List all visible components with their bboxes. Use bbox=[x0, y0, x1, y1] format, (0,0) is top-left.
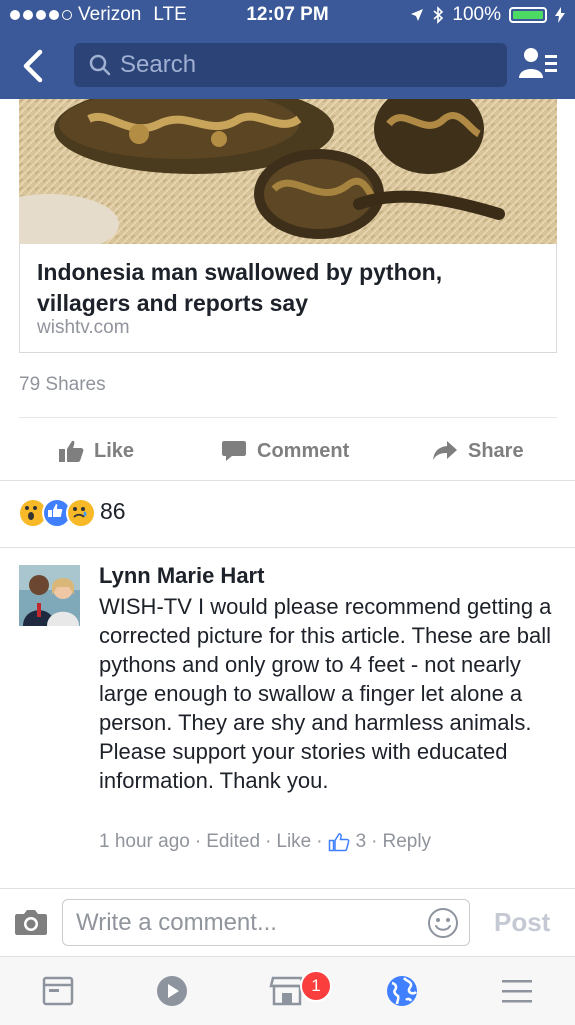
camera-button[interactable] bbox=[14, 907, 48, 937]
share-button[interactable]: Share bbox=[432, 436, 524, 466]
comment-meta: 1 hour ago · Edited · Like · 3 · Reply bbox=[99, 831, 431, 853]
divider bbox=[19, 417, 557, 418]
comment-like-count[interactable]: 3 bbox=[356, 831, 367, 853]
bluetooth-icon bbox=[433, 6, 444, 24]
sad-reaction-icon bbox=[66, 498, 96, 528]
divider bbox=[0, 480, 575, 481]
separator: · bbox=[371, 831, 378, 852]
camera-icon bbox=[15, 910, 47, 935]
comment-button[interactable]: Comment bbox=[221, 436, 349, 466]
globe-icon bbox=[387, 976, 417, 1006]
avatar[interactable] bbox=[19, 565, 80, 626]
person-list-icon bbox=[519, 48, 557, 78]
charging-icon bbox=[555, 7, 565, 23]
comment-like-button[interactable]: Like bbox=[276, 831, 311, 853]
friend-requests-button[interactable] bbox=[517, 44, 561, 84]
back-button[interactable] bbox=[14, 46, 54, 86]
reaction-count[interactable]: 86 bbox=[100, 498, 126, 525]
post-button[interactable]: Post bbox=[494, 907, 550, 938]
separator: · bbox=[265, 831, 272, 852]
article-source: wishtv.com bbox=[37, 317, 130, 338]
thumbs-up-icon bbox=[59, 440, 84, 462]
comment-body: WISH-TV I would please recommend getting… bbox=[99, 594, 552, 793]
notification-badge: 1 bbox=[300, 970, 332, 1002]
location-arrow-icon bbox=[411, 9, 424, 21]
search-input[interactable]: Search bbox=[74, 43, 507, 87]
comment-author[interactable]: Lynn Marie Hart bbox=[99, 563, 264, 589]
status-bar: Verizon LTE 12:07 PM 100% bbox=[0, 0, 575, 32]
comment-placeholder: Write a comment... bbox=[76, 908, 277, 936]
battery-icon bbox=[509, 7, 547, 23]
search-placeholder: Search bbox=[120, 51, 197, 78]
battery-percent: 100% bbox=[452, 4, 501, 25]
chevron-left-icon bbox=[23, 49, 43, 83]
shares-count[interactable]: 79 Shares bbox=[19, 374, 106, 396]
tab-news-feed[interactable] bbox=[38, 974, 78, 1008]
like-button[interactable]: Like bbox=[58, 436, 134, 466]
comment-input[interactable]: Write a comment... bbox=[62, 899, 470, 946]
search-icon bbox=[89, 54, 111, 76]
divider bbox=[0, 547, 575, 548]
hamburger-menu-icon bbox=[502, 980, 532, 1003]
separator: · bbox=[316, 831, 323, 852]
reactions-summary[interactable] bbox=[18, 498, 96, 528]
video-play-icon bbox=[157, 976, 187, 1006]
tab-notifications[interactable] bbox=[382, 974, 422, 1008]
article-image[interactable] bbox=[19, 99, 557, 244]
article-title[interactable]: Indonesia man swallowed by python, villa… bbox=[37, 257, 537, 319]
news-feed-icon bbox=[42, 976, 74, 1006]
tab-video[interactable] bbox=[152, 974, 192, 1008]
comment-edited[interactable]: Edited bbox=[206, 831, 260, 853]
comment-label: Comment bbox=[257, 439, 350, 462]
comment-bubble-icon bbox=[222, 441, 246, 461]
like-label: Like bbox=[94, 439, 135, 462]
tab-menu[interactable] bbox=[497, 974, 537, 1008]
divider bbox=[0, 888, 575, 889]
share-label: Share bbox=[468, 439, 524, 462]
comment-reply-button[interactable]: Reply bbox=[382, 831, 431, 853]
share-arrow-icon bbox=[433, 441, 457, 460]
emoji-icon[interactable] bbox=[427, 907, 459, 939]
thumbs-up-outline-icon[interactable] bbox=[328, 832, 350, 852]
comment-time[interactable]: 1 hour ago bbox=[99, 831, 190, 853]
separator: · bbox=[194, 831, 202, 852]
